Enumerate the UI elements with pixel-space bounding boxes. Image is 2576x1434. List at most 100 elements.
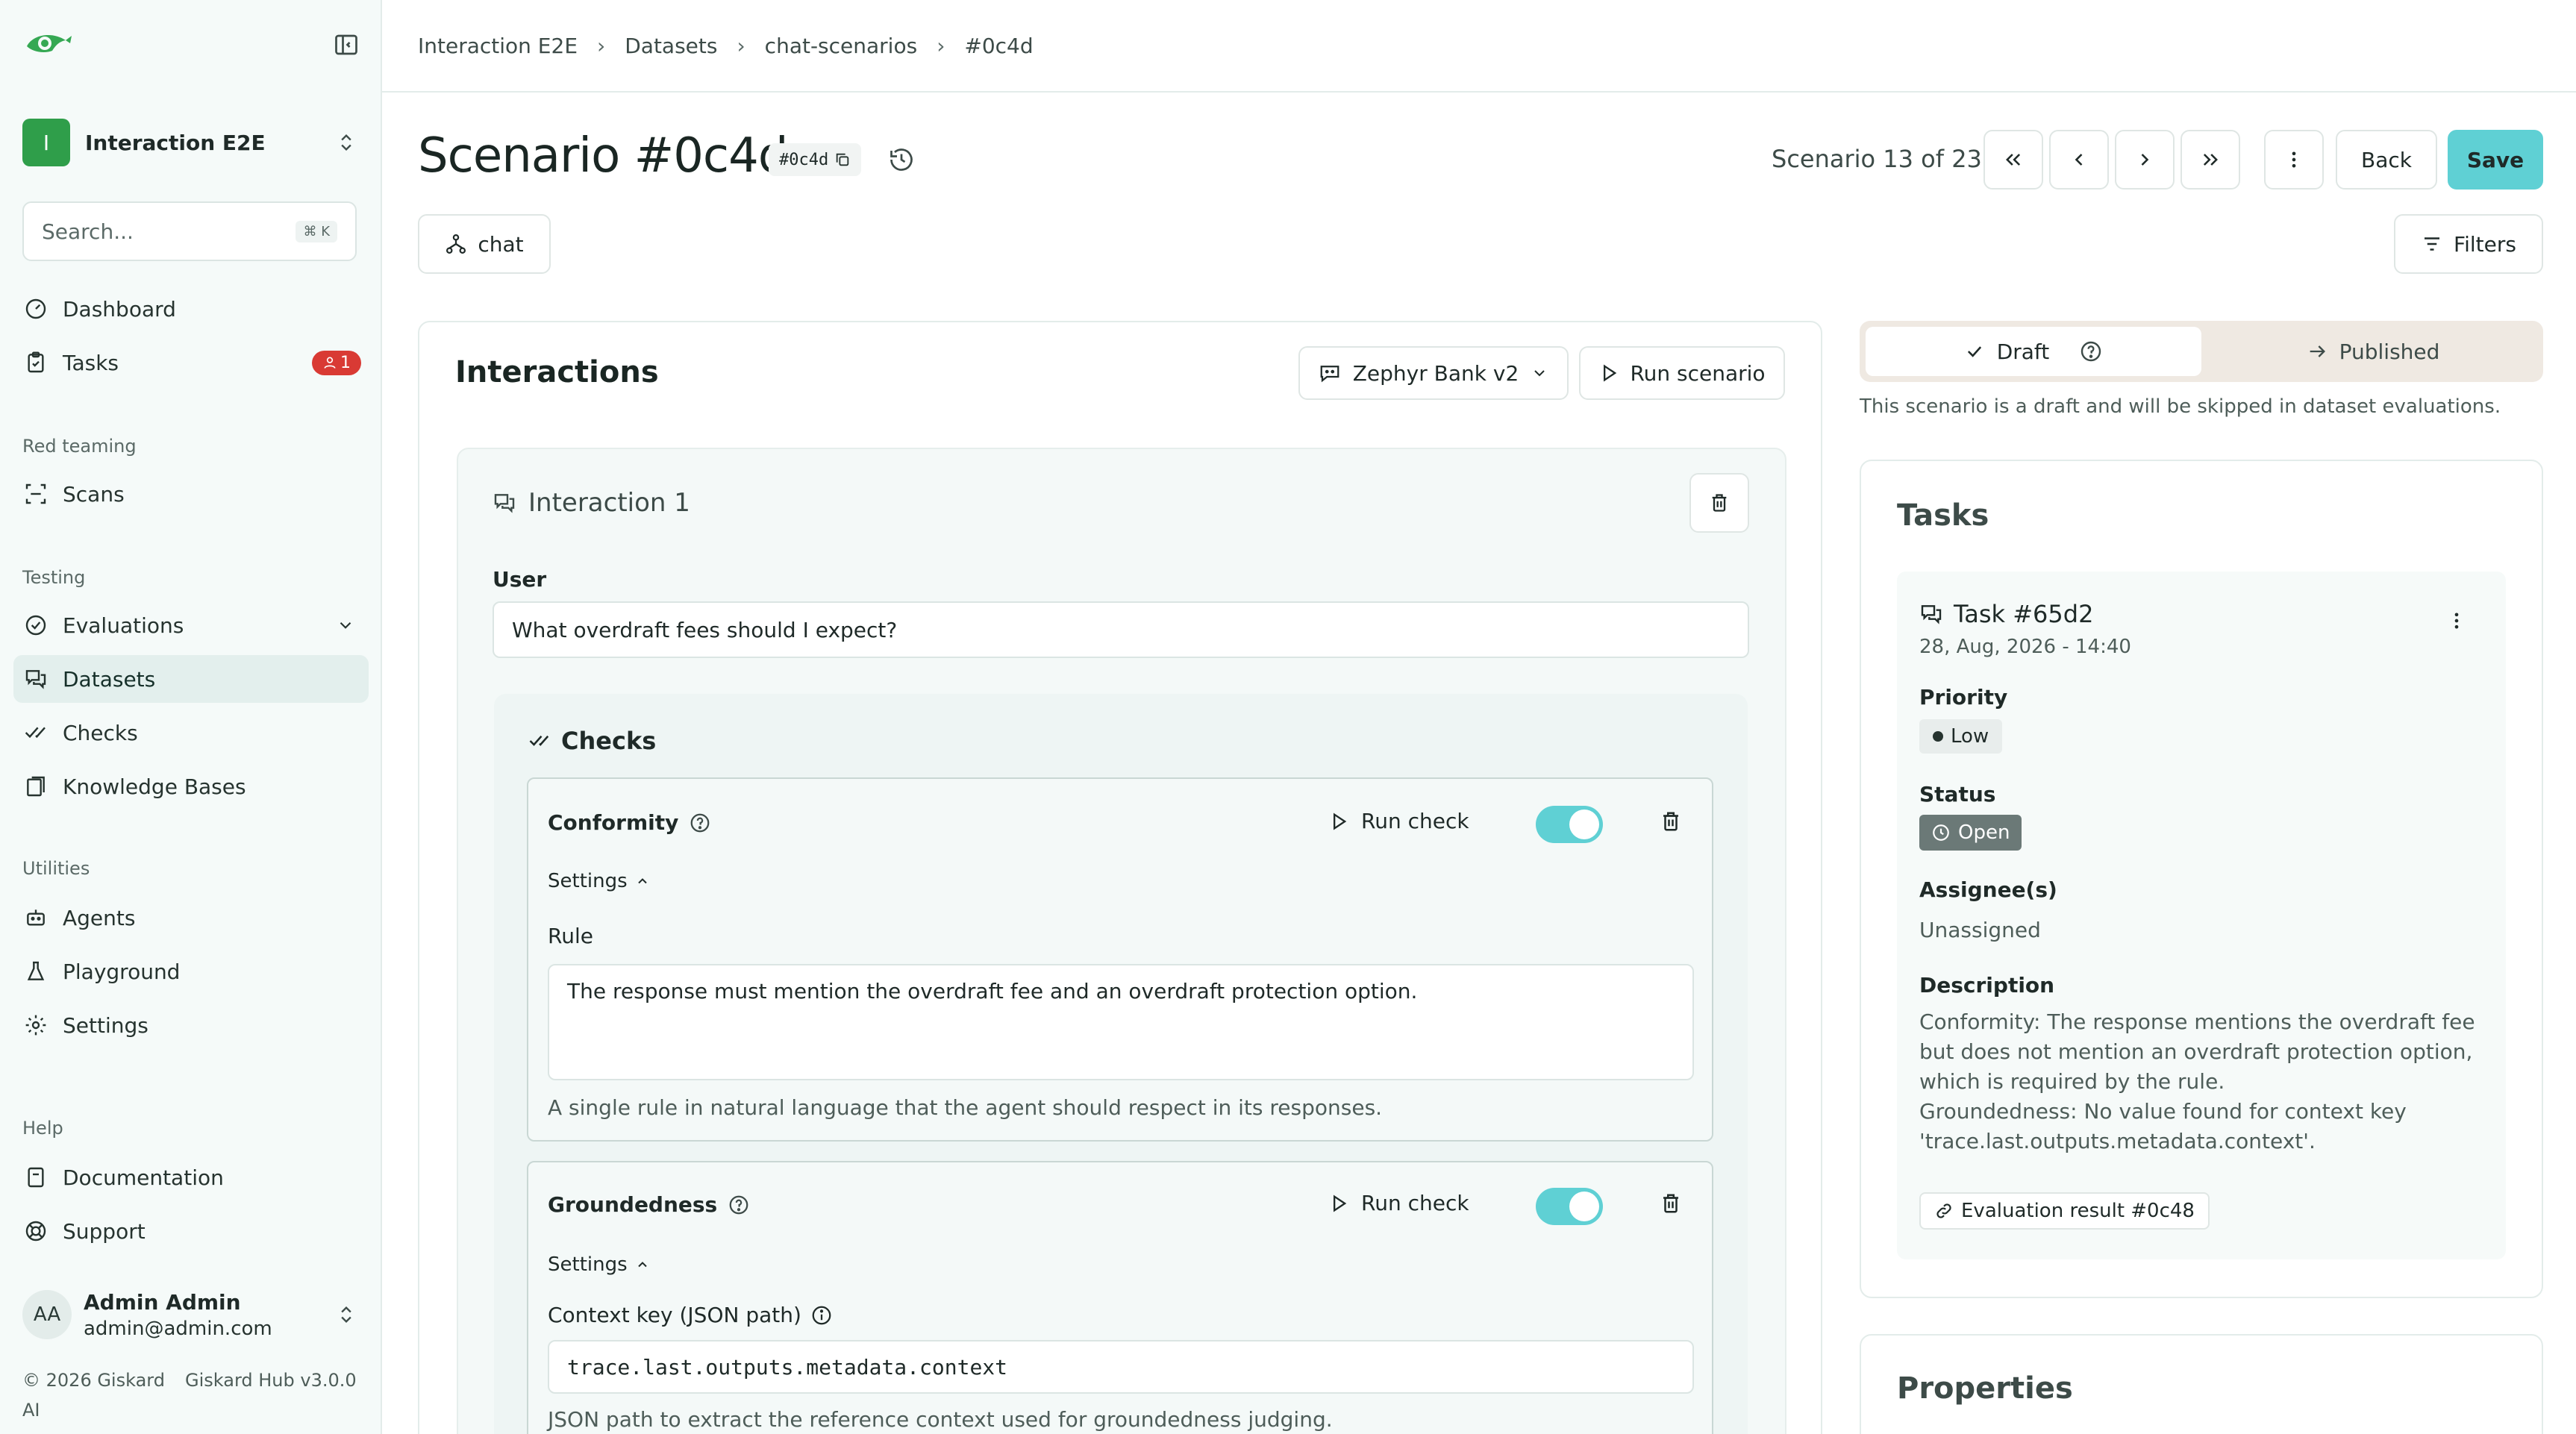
check-enabled-toggle[interactable]	[1536, 806, 1603, 843]
chevron-down-icon[interactable]	[336, 616, 355, 635]
footer-version: Giskard Hub v3.0.0	[185, 1370, 357, 1391]
description-line: Conformity: The response mentions the ov…	[1919, 1009, 2475, 1034]
settings-toggle[interactable]: Settings	[548, 870, 650, 892]
sidebar-item-documentation[interactable]: Documentation	[13, 1153, 369, 1201]
agent-select[interactable]: Zephyr Bank v2	[1298, 346, 1569, 400]
checks-header: Checks	[528, 727, 656, 755]
sidebar-item-label: Knowledge Bases	[63, 774, 246, 799]
breadcrumb-item[interactable]: chat-scenarios	[765, 34, 918, 58]
sidebar-item-label: Agents	[63, 905, 136, 930]
chat-tag-button[interactable]: chat	[418, 214, 551, 274]
project-switcher[interactable]: I Interaction E2E	[22, 118, 357, 167]
save-button[interactable]: Save	[2448, 130, 2543, 190]
published-option[interactable]: Published	[2209, 327, 2537, 376]
breadcrumb-item[interactable]: Interaction E2E	[418, 34, 578, 58]
info-icon[interactable]	[810, 1304, 833, 1327]
last-scenario-button[interactable]	[2180, 130, 2240, 190]
previous-scenario-button[interactable]	[2049, 130, 2109, 190]
sidebar-item-scans[interactable]: Scans	[13, 470, 369, 518]
chevron-up-down-icon	[341, 1306, 351, 1323]
chevron-right-icon: ›	[737, 33, 745, 58]
description-label: Description	[1919, 973, 2055, 998]
more-options-button[interactable]	[2264, 130, 2324, 190]
trash-icon	[1663, 1194, 1678, 1213]
sidebar-item-evaluations[interactable]: Evaluations	[13, 601, 369, 649]
task-menu-button[interactable]	[2446, 607, 2467, 634]
context-key-input[interactable]: trace.last.outputs.metadata.context	[548, 1340, 1694, 1394]
chevron-down-icon	[1534, 370, 1545, 377]
search-placeholder: Search...	[42, 219, 134, 244]
section-red-teaming: Red teaming	[22, 436, 137, 457]
help-circle-icon[interactable]	[728, 1194, 750, 1216]
sidebar-item-knowledge-bases[interactable]: Knowledge Bases	[13, 763, 369, 810]
gear-icon	[25, 1015, 46, 1036]
sidebar-item-settings[interactable]: Settings	[13, 1001, 369, 1049]
sidebar-item-playground[interactable]: Playground	[13, 948, 369, 995]
arrow-right-icon	[2310, 345, 2325, 357]
sidebar-item-tasks[interactable]: Tasks 1	[13, 339, 369, 386]
first-scenario-button[interactable]	[1983, 130, 2043, 190]
link-icon	[1936, 1203, 1951, 1218]
draft-label: Draft	[1996, 339, 2050, 364]
description-line: but does not mention an overdraft protec…	[1919, 1039, 2473, 1064]
evaluation-result-link[interactable]: Evaluation result #0c48	[1919, 1192, 2210, 1230]
user-icon	[324, 357, 336, 369]
sidebar-item-checks[interactable]: Checks	[13, 709, 369, 757]
help-circle-icon[interactable]	[689, 812, 711, 834]
rule-textarea[interactable]: The response must mention the overdraft …	[548, 964, 1694, 1080]
chevrons-left-icon	[2006, 154, 2021, 166]
scenario-counter: Scenario 13 of 23	[1772, 145, 1982, 173]
sidebar: I Interaction E2E Search... ⌘ K Dashboar…	[0, 0, 382, 1434]
filters-label: Filters	[2454, 231, 2516, 257]
run-scenario-button[interactable]: Run scenario	[1579, 346, 1785, 400]
settings-toggle[interactable]: Settings	[548, 1253, 650, 1276]
chevron-right-icon: ›	[597, 33, 606, 58]
collapse-sidebar-icon[interactable]	[333, 31, 360, 58]
sidebar-item-label: Playground	[63, 959, 181, 984]
next-scenario-button[interactable]	[2115, 130, 2175, 190]
delete-interaction-button[interactable]	[1689, 473, 1749, 533]
check-header: Groundedness	[548, 1192, 750, 1217]
filters-button[interactable]: Filters	[2394, 214, 2543, 274]
trash-icon	[1712, 494, 1727, 512]
context-key-label-row: Context key (JSON path)	[548, 1303, 833, 1327]
user-email: admin@admin.com	[84, 1317, 272, 1340]
task-header[interactable]: Task #65d2	[1919, 600, 2093, 628]
check-enabled-toggle[interactable]	[1536, 1188, 1603, 1225]
check-circle-icon	[25, 615, 46, 636]
scenario-id: #0c4d	[779, 150, 829, 169]
giskard-logo-icon[interactable]	[22, 27, 73, 60]
vertical-dots-icon	[2454, 613, 2459, 629]
scenario-id-chip[interactable]: #0c4d	[769, 143, 862, 176]
dot-icon	[1933, 731, 1943, 742]
sidebar-item-label: Datasets	[63, 666, 156, 692]
sidebar-item-agents[interactable]: Agents	[13, 894, 369, 942]
draft-note: This scenario is a draft and will be ski…	[1860, 395, 2501, 418]
sidebar-item-datasets[interactable]: Datasets	[13, 655, 369, 703]
delete-check-button[interactable]	[1660, 1192, 1682, 1215]
play-icon	[1334, 812, 1347, 830]
user-menu[interactable]: AA Admin Admin admin@admin.com	[22, 1285, 357, 1344]
search-input[interactable]: Search... ⌘ K	[22, 201, 357, 261]
back-button[interactable]: Back	[2336, 130, 2437, 190]
history-icon[interactable]	[888, 146, 915, 173]
rule-label: Rule	[548, 924, 593, 948]
double-check-icon	[529, 735, 549, 746]
run-check-button[interactable]: Run check	[1328, 1191, 1469, 1215]
user-message-input[interactable]: What overdraft fees should I expect?	[493, 601, 1749, 658]
user-label: User	[493, 567, 547, 592]
breadcrumb-item[interactable]: Datasets	[625, 34, 717, 58]
chat-bubbles-icon	[25, 670, 46, 689]
sidebar-item-dashboard[interactable]: Dashboard	[13, 285, 369, 333]
rule-helper-text: A single rule in natural language that t…	[548, 1095, 1383, 1120]
run-check-button[interactable]: Run check	[1328, 809, 1469, 833]
sidebar-item-label: Scans	[63, 481, 125, 507]
draft-option[interactable]: Draft	[1866, 327, 2201, 376]
assignee-label: Assignee(s)	[1919, 877, 2057, 902]
chevron-up-icon	[637, 878, 647, 884]
sidebar-item-label: Checks	[63, 720, 138, 745]
sidebar-item-support[interactable]: Support	[13, 1207, 369, 1255]
search-shortcut: ⌘ K	[296, 220, 337, 242]
delete-check-button[interactable]	[1660, 810, 1682, 833]
chevron-right-icon: ›	[937, 33, 945, 58]
